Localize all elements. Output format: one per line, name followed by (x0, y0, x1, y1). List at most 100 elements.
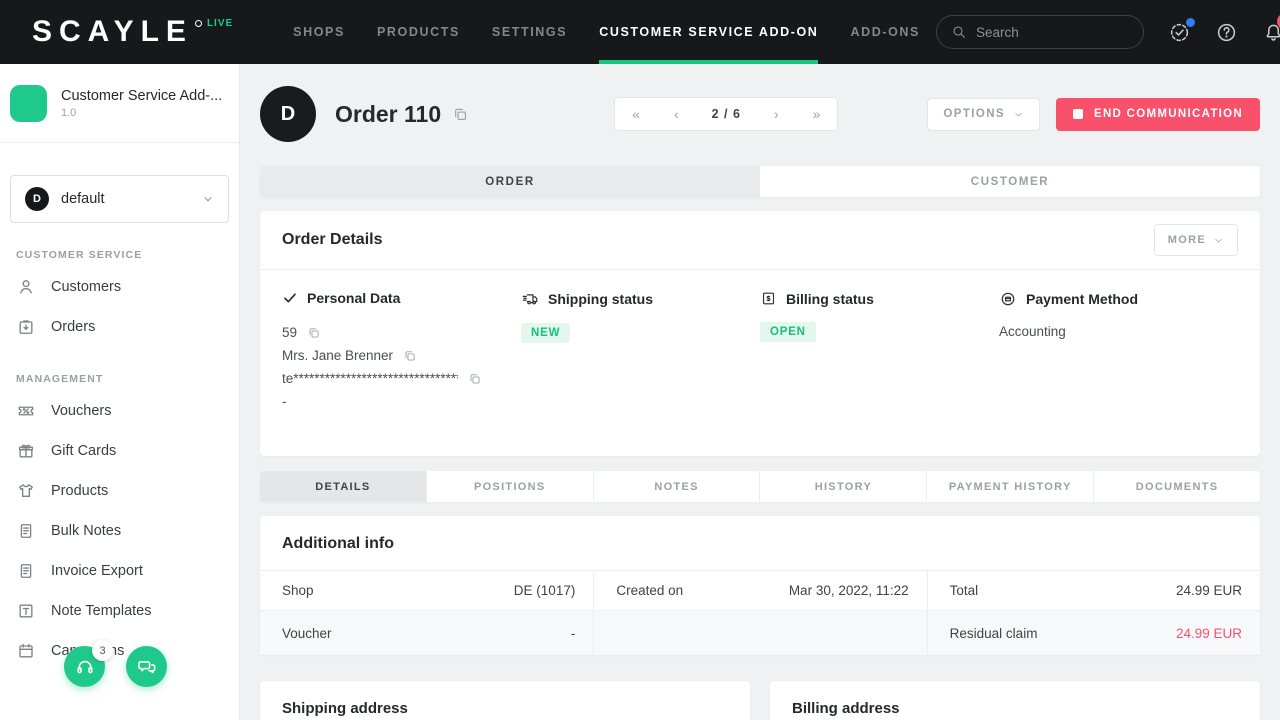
sidebar-item-products[interactable]: Products (0, 471, 239, 511)
customer-id-value: 59 (282, 321, 297, 344)
subtab-details[interactable]: DETAILS (260, 471, 426, 502)
addon-app-version: 1.0 (61, 107, 222, 119)
sidebar-item-gift-cards[interactable]: Gift Cards (0, 431, 239, 471)
info-value: DE (1017) (514, 583, 576, 598)
store-selector[interactable]: D default (10, 175, 229, 223)
pagination-last-button[interactable]: » (796, 98, 838, 130)
sidebar-item-bulk-notes[interactable]: Bulk Notes (0, 511, 239, 551)
help-button[interactable] (1215, 21, 1238, 44)
info-label: Residual claim (950, 626, 1038, 641)
sidebar-item-label: Orders (51, 319, 95, 335)
nav-item-settings[interactable]: SETTINGS (476, 0, 583, 64)
top-navigation-bar: SCAYLE LIVE SHOPS PRODUCTS SETTINGS CUST… (0, 0, 1280, 64)
pagination-next-button[interactable]: › (757, 98, 796, 130)
sidebar-item-label: Products (51, 483, 108, 499)
payment-method-label: Payment Method (1026, 291, 1138, 307)
store-initial-avatar: D (25, 187, 49, 211)
subtab-notes[interactable]: NOTES (593, 471, 760, 502)
approvals-dot-badge (1186, 18, 1195, 27)
order-customer-tabs: ORDER CUSTOMER (260, 166, 1260, 197)
subtab-payment-history[interactable]: PAYMENT HISTORY (926, 471, 1093, 502)
more-button[interactable]: MORE (1154, 224, 1238, 256)
tab-customer[interactable]: CUSTOMER (760, 166, 1260, 197)
logo-text: SCAYLE (32, 16, 193, 48)
sidebar-item-vouchers[interactable]: Vouchers (0, 391, 239, 431)
customer-email-row: te*********************************... (282, 367, 521, 390)
order-header: D Order 110 « ‹ 2 / 6 › » OPTIONS END CO… (260, 86, 1260, 142)
logo-circle-icon (195, 20, 202, 27)
scayle-logo[interactable]: SCAYLE LIVE (32, 16, 233, 48)
sidebar-item-label: Gift Cards (51, 443, 116, 459)
shipping-status-header: Shipping status (521, 290, 760, 308)
gift-icon (16, 441, 36, 461)
info-cell-voucher: Voucher - (260, 610, 593, 655)
sidebar-item-label: Vouchers (51, 403, 111, 419)
info-label: Total (950, 583, 979, 598)
search-input[interactable] (976, 25, 1116, 40)
subtab-positions[interactable]: POSITIONS (426, 471, 593, 502)
sidebar-item-label: Note Templates (51, 603, 151, 619)
info-cell-empty (593, 610, 926, 655)
options-button-label: OPTIONS (943, 108, 1005, 120)
shipping-address-title: Shipping address (260, 681, 750, 720)
info-label: Voucher (282, 626, 332, 641)
payment-method-icon (999, 290, 1017, 308)
info-cell-total: Total 24.99 EUR (927, 571, 1260, 610)
order-details-columns: Personal Data 59 Mrs. Jane Brenner te***… (260, 270, 1260, 433)
copy-order-id-button[interactable] (452, 106, 469, 123)
sidebar-item-label: Bulk Notes (51, 523, 121, 539)
sidebar-item-label: Customers (51, 279, 121, 295)
order-details-card-header: Order Details MORE (260, 211, 1260, 269)
store-selector-label: default (61, 191, 105, 207)
stop-icon (1073, 109, 1083, 119)
header-actions: OPTIONS END COMMUNICATION (927, 98, 1260, 131)
approvals-button[interactable] (1168, 21, 1191, 44)
sidebar-item-orders[interactable]: Orders (0, 307, 239, 347)
sidebar-item-invoice-export[interactable]: Invoice Export (0, 551, 239, 591)
copy-customer-id-button[interactable] (307, 326, 321, 340)
sidebar-item-note-templates[interactable]: Note Templates (0, 591, 239, 631)
info-cell-shop: Shop DE (1017) (260, 571, 593, 610)
person-icon (16, 277, 36, 297)
copy-name-button[interactable] (403, 349, 417, 363)
live-badge: LIVE (207, 18, 233, 29)
order-details-card: Order Details MORE Personal Data 59 (260, 211, 1260, 456)
nav-item-add-ons[interactable]: ADD-ONS (834, 0, 936, 64)
pagination-prev-button[interactable]: ‹ (657, 98, 696, 130)
shipping-status-badge: NEW (521, 323, 570, 343)
chat-button[interactable] (126, 646, 167, 687)
subtab-documents[interactable]: DOCUMENTS (1093, 471, 1260, 502)
subtab-history[interactable]: HISTORY (759, 471, 926, 502)
pagination-indicator: 2 / 6 (696, 107, 757, 121)
nav-item-products[interactable]: PRODUCTS (361, 0, 476, 64)
copy-icon (307, 326, 321, 340)
shipping-address-card: Shipping address (260, 681, 750, 720)
options-button[interactable]: OPTIONS (927, 98, 1040, 131)
pagination-first-button[interactable]: « (615, 98, 657, 130)
nav-item-shops[interactable]: SHOPS (277, 0, 361, 64)
more-button-label: MORE (1168, 234, 1206, 246)
search-icon (951, 24, 967, 40)
page-title: Order 110 (335, 101, 441, 128)
sidebar-item-campaigns[interactable]: Campaigns (0, 631, 239, 671)
copy-email-button[interactable] (468, 372, 482, 386)
document-icon (16, 561, 36, 581)
shipping-status-label: Shipping status (548, 291, 653, 307)
customer-id-row: 59 (282, 321, 521, 344)
customer-name-value: Mrs. Jane Brenner (282, 344, 393, 367)
global-search[interactable] (936, 15, 1144, 49)
chat-bubbles-icon (136, 656, 158, 678)
tab-order[interactable]: ORDER (260, 166, 760, 197)
customer-name-row: Mrs. Jane Brenner (282, 344, 521, 367)
notifications-button[interactable]: 1 (1262, 21, 1280, 44)
template-t-icon (16, 601, 36, 621)
section-label-customer-service: CUSTOMER SERVICE (16, 249, 223, 261)
end-communication-button[interactable]: END COMMUNICATION (1056, 98, 1260, 131)
additional-info-header: Additional info (260, 516, 1260, 570)
chevron-down-icon (1213, 235, 1224, 246)
sidebar-item-customers[interactable]: Customers (0, 267, 239, 307)
nav-item-customer-service-add-on[interactable]: CUSTOMER SERVICE ADD-ON (583, 0, 834, 64)
customer-phone-row: - (282, 390, 521, 413)
payment-method-header: Payment Method (999, 290, 1238, 308)
sidebar: Customer Service Add-... 1.0 D default C… (0, 64, 240, 720)
